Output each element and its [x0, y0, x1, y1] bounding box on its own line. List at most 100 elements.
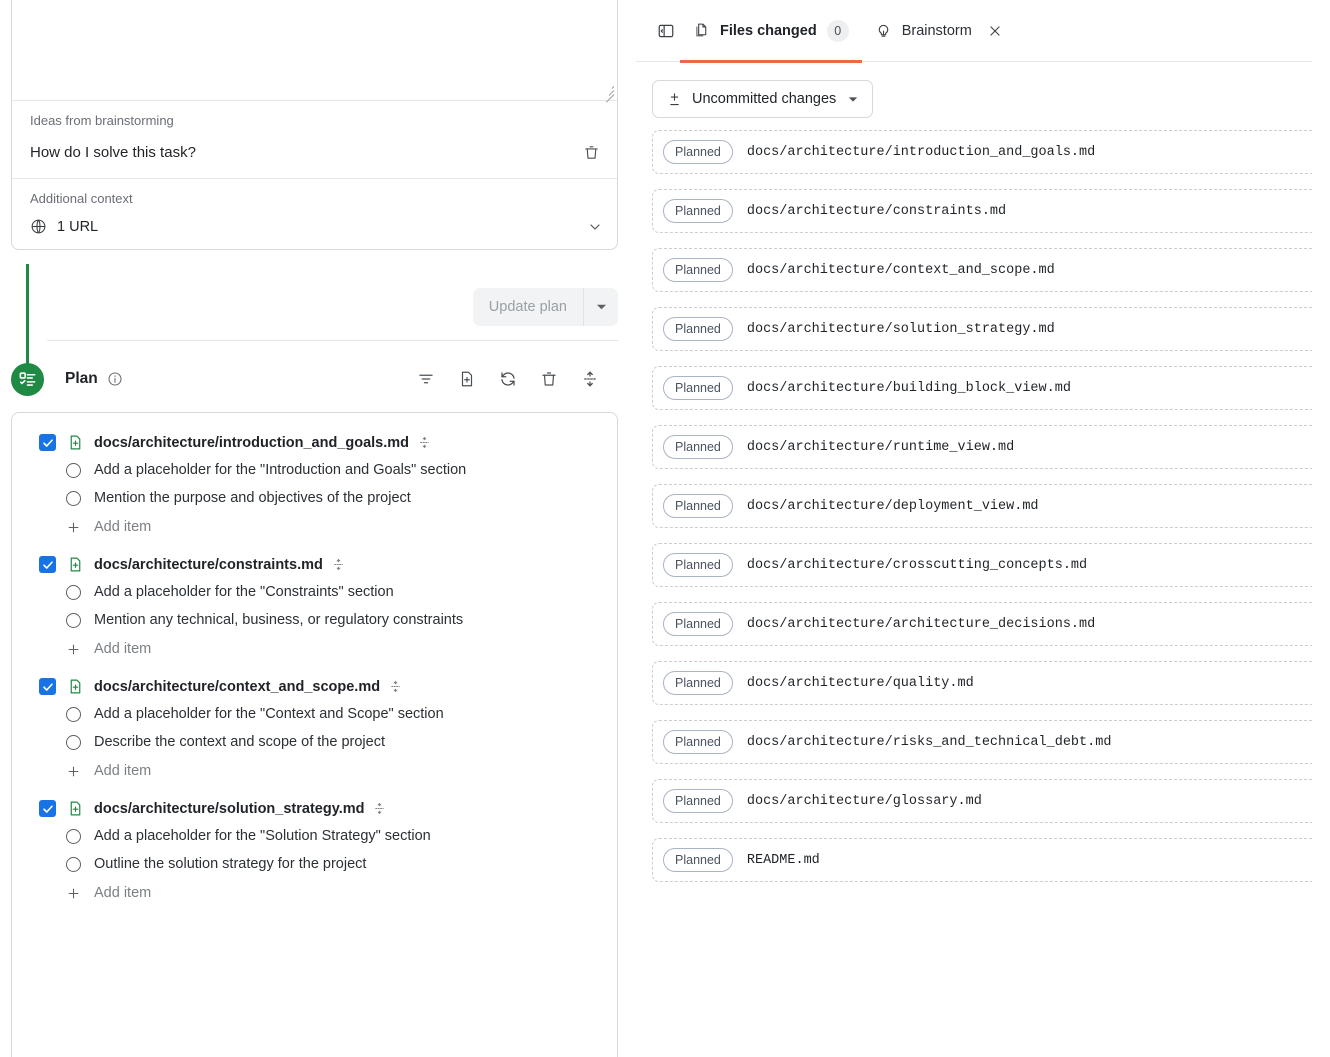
file-add-icon: [67, 678, 84, 695]
plan-group-header: docs/architecture/context_and_scope.md: [12, 673, 617, 700]
task-status-circle[interactable]: [66, 856, 81, 872]
status-badge: Planned: [663, 258, 733, 282]
drag-handle-icon[interactable]: [373, 802, 386, 815]
changed-file-path: docs/architecture/deployment_view.md: [746, 498, 1039, 514]
additional-context-row[interactable]: 1 URL: [30, 218, 603, 235]
changed-file-path: README.md: [746, 852, 820, 868]
collapse-all-icon[interactable]: [578, 367, 602, 391]
plan-group-filename: docs/architecture/constraints.md: [94, 556, 323, 573]
add-item-button[interactable]: Add item: [12, 756, 617, 786]
changed-file-row[interactable]: Planned docs/architecture/context_and_sco…: [652, 248, 1312, 292]
plan-card: docs/architecture/introduction_and_goals…: [11, 412, 618, 1057]
status-badge: Planned: [663, 671, 733, 695]
plus-icon: [66, 642, 81, 657]
tab-brainstorm[interactable]: Brainstorm: [862, 0, 1015, 62]
changed-file-row[interactable]: Planned docs/architecture/glossary.md: [652, 779, 1312, 823]
files-changed-pane: Files changed 0 Brainstorm Uncommitted c…: [636, 0, 1312, 1057]
info-circle-icon[interactable]: [107, 371, 123, 387]
file-add-icon: [67, 800, 84, 817]
task-status-circle[interactable]: [66, 462, 81, 478]
update-plan-button[interactable]: Update plan: [473, 288, 583, 326]
group-checkbox[interactable]: [39, 678, 56, 695]
update-plan-split-button[interactable]: Update plan: [472, 288, 618, 326]
add-item-label: Add item: [94, 519, 152, 535]
status-badge: Planned: [663, 789, 733, 813]
plan-task-item: Mention any technical, business, or regu…: [12, 606, 617, 634]
plan-group-list: docs/architecture/introduction_and_goals…: [12, 429, 617, 917]
plan-group-filename: docs/architecture/introduction_and_goals…: [94, 434, 410, 451]
delete-icon[interactable]: [537, 367, 561, 391]
trash-icon[interactable]: [579, 140, 603, 164]
changed-file-path: docs/architecture/context_and_scope.md: [746, 262, 1055, 278]
task-item-label: Mention the purpose and objectives of th…: [94, 490, 411, 506]
uncommitted-changes-label: Uncommitted changes: [692, 91, 837, 107]
plan-group-header: docs/architecture/constraints.md: [12, 551, 617, 578]
add-item-label: Add item: [94, 885, 152, 901]
group-checkbox[interactable]: [39, 556, 56, 573]
task-description-textarea[interactable]: The template can be found here: https://…: [12, 0, 617, 103]
caret-down-icon[interactable]: [584, 288, 618, 326]
changed-file-row[interactable]: Planned docs/architecture/architecture_de…: [652, 602, 1312, 646]
task-status-circle[interactable]: [66, 828, 81, 844]
plus-icon: [66, 520, 81, 535]
task-status-circle[interactable]: [66, 612, 81, 628]
resize-grip-icon[interactable]: [601, 84, 615, 103]
plan-task-item: Add a placeholder for the "Context and S…: [12, 700, 617, 728]
changed-file-row[interactable]: Planned docs/architecture/risks_and_techn…: [652, 720, 1312, 764]
changed-file-row[interactable]: Planned docs/architecture/building_block_…: [652, 366, 1312, 410]
file-add-icon: [67, 434, 84, 451]
task-status-circle[interactable]: [66, 584, 81, 600]
changed-file-row[interactable]: Planned docs/architecture/crosscutting_co…: [652, 543, 1312, 587]
task-status-circle[interactable]: [66, 734, 81, 750]
collapse-panel-icon[interactable]: [652, 17, 680, 45]
group-checkbox[interactable]: [39, 434, 56, 451]
changed-file-path: docs/architecture/introduction_and_goals…: [746, 144, 1096, 160]
add-item-button[interactable]: Add item: [12, 634, 617, 664]
add-item-button[interactable]: Add item: [12, 512, 617, 542]
changed-file-row[interactable]: Planned docs/architecture/constraints.md: [652, 189, 1312, 233]
add-item-button[interactable]: Add item: [12, 878, 617, 908]
drag-handle-icon[interactable]: [418, 436, 431, 449]
ideas-section-label: Ideas from brainstorming: [30, 113, 174, 128]
filter-icon[interactable]: [414, 367, 438, 391]
status-badge: Planned: [663, 553, 733, 577]
plan-group: docs/architecture/introduction_and_goals…: [12, 429, 617, 551]
page-title: Plan: [65, 370, 98, 387]
status-badge: Planned: [663, 140, 733, 164]
task-item-label: Add a placeholder for the "Context and S…: [94, 706, 444, 722]
composer-card: The template can be found here: https://…: [11, 0, 618, 250]
task-status-circle[interactable]: [66, 706, 81, 722]
status-badge: Planned: [663, 612, 733, 636]
status-badge: Planned: [663, 848, 733, 872]
changed-file-row[interactable]: Planned docs/architecture/deployment_view…: [652, 484, 1312, 528]
caret-down-icon[interactable]: [848, 96, 858, 103]
tab-brainstorm-label: Brainstorm: [901, 22, 972, 39]
chevron-down-icon[interactable]: [587, 219, 603, 235]
changed-file-row[interactable]: Planned docs/architecture/introduction_an…: [652, 130, 1312, 174]
conversation-pane: The template can be found here: https://…: [0, 0, 636, 1057]
lightbulb-icon: [875, 22, 892, 39]
plan-task-item: Mention the purpose and objectives of th…: [12, 484, 617, 512]
add-file-icon[interactable]: [455, 367, 479, 391]
drag-handle-icon[interactable]: [332, 558, 345, 571]
group-checkbox[interactable]: [39, 800, 56, 817]
changed-file-row[interactable]: Planned docs/architecture/solution_strate…: [652, 307, 1312, 351]
task-item-label: Add a placeholder for the "Constraints" …: [94, 584, 394, 600]
close-icon[interactable]: [988, 24, 1002, 38]
changed-file-path: docs/architecture/solution_strategy.md: [746, 321, 1055, 337]
drag-handle-icon[interactable]: [389, 680, 402, 693]
changed-file-row[interactable]: Planned README.md: [652, 838, 1312, 882]
task-status-circle[interactable]: [66, 490, 81, 506]
ideas-from-brainstorming-section: Ideas from brainstorming How do I solve …: [12, 101, 617, 179]
idea-text[interactable]: How do I solve this task?: [30, 144, 196, 161]
task-item-label: Describe the context and scope of the pr…: [94, 734, 385, 750]
changed-file-path: docs/architecture/crosscutting_concepts.…: [746, 557, 1088, 573]
uncommitted-changes-button[interactable]: Uncommitted changes: [652, 80, 874, 118]
changed-file-row[interactable]: Planned docs/architecture/quality.md: [652, 661, 1312, 705]
tab-files-changed[interactable]: Files changed 0: [680, 0, 862, 63]
plan-group-filename: docs/architecture/solution_strategy.md: [94, 800, 365, 817]
plan-task-item: Outline the solution strategy for the pr…: [12, 850, 617, 878]
refresh-icon[interactable]: [496, 367, 520, 391]
changed-file-row[interactable]: Planned docs/architecture/runtime_view.md: [652, 425, 1312, 469]
additional-context-value: 1 URL: [57, 218, 99, 235]
